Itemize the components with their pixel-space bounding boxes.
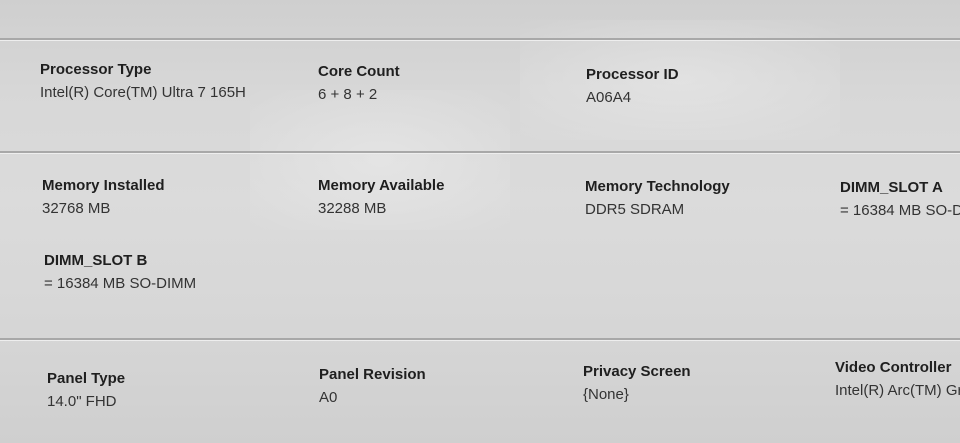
memory-technology-label: Memory Technology <box>585 178 730 195</box>
dimm-slot-b-field: DIMM_SLOT B = 16384 MB SO-DIMM <box>44 252 196 293</box>
dimm-slot-a-value: = 16384 MB SO-DI <box>840 202 960 219</box>
privacy-screen-value: {None} <box>583 386 629 403</box>
section-divider <box>0 151 960 153</box>
memory-technology-value: DDR5 SDRAM <box>585 201 685 218</box>
memory-installed-value: 32768 MB <box>42 200 111 217</box>
processor-id-value: A06A4 <box>586 89 632 106</box>
panel-type-label: Panel Type <box>47 370 126 387</box>
dimm-slot-b-label: DIMM_SLOT B <box>44 252 148 269</box>
memory-installed-field: Memory Installed 32768 MB <box>42 177 165 218</box>
memory-installed-label: Memory Installed <box>42 177 165 194</box>
bios-system-info-screen: Processor Type Intel(R) Core(TM) Ultra 7… <box>0 0 960 443</box>
dimm-slot-a-field: DIMM_SLOT A = 16384 MB SO-DI <box>840 179 960 220</box>
panel-revision-label: Panel Revision <box>319 366 426 383</box>
section-divider <box>0 38 960 40</box>
processor-type-value: Intel(R) Core(TM) Ultra 7 165H <box>40 84 246 101</box>
video-controller-field: Video Controller Intel(R) Arc(TM) Gra <box>835 359 960 400</box>
dimm-slot-b-value: = 16384 MB SO-DIMM <box>44 275 197 292</box>
panel-revision-value: A0 <box>319 389 338 406</box>
panel-type-field: Panel Type 14.0" FHD <box>47 370 125 411</box>
video-controller-value: Intel(R) Arc(TM) Gra <box>835 382 960 399</box>
processor-type-field: Processor Type Intel(R) Core(TM) Ultra 7… <box>40 61 246 102</box>
memory-available-value: 32288 MB <box>318 200 387 217</box>
privacy-screen-label: Privacy Screen <box>583 363 691 380</box>
core-count-label: Core Count <box>318 63 400 80</box>
memory-available-field: Memory Available 32288 MB <box>318 177 444 218</box>
dimm-slot-a-label: DIMM_SLOT A <box>840 179 943 196</box>
processor-type-label: Processor Type <box>40 61 152 78</box>
core-count-value: 6 + 8 + 2 <box>318 86 378 103</box>
video-controller-label: Video Controller <box>835 359 952 376</box>
memory-available-label: Memory Available <box>318 177 445 194</box>
processor-id-label: Processor ID <box>586 66 679 83</box>
memory-technology-field: Memory Technology DDR5 SDRAM <box>585 178 730 219</box>
panel-revision-field: Panel Revision A0 <box>319 366 426 407</box>
section-divider <box>0 338 960 340</box>
privacy-screen-field: Privacy Screen {None} <box>583 363 691 404</box>
processor-id-field: Processor ID A06A4 <box>586 66 679 107</box>
panel-type-value: 14.0" FHD <box>47 393 117 410</box>
core-count-field: Core Count 6 + 8 + 2 <box>318 63 400 104</box>
